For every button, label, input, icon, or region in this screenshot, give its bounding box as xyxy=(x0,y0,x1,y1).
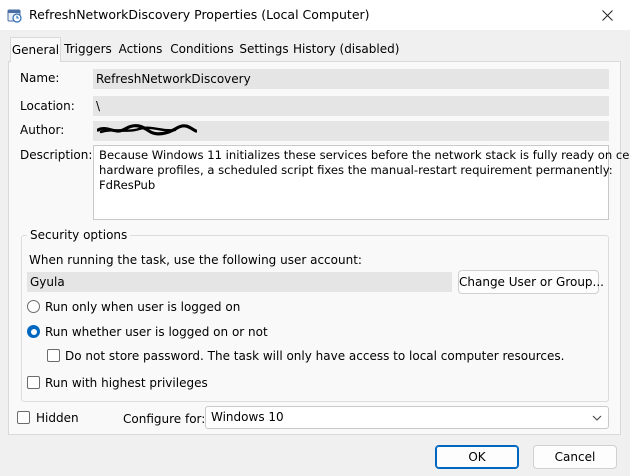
tab-actions[interactable]: Actions xyxy=(116,40,165,61)
close-icon xyxy=(601,9,613,21)
ok-button[interactable]: OK xyxy=(435,445,519,469)
chevron-down-icon xyxy=(592,415,602,421)
description-line: hardware profiles, a scheduled script fi… xyxy=(99,163,613,177)
cancel-button[interactable]: Cancel xyxy=(533,445,617,469)
highest-privileges-checkbox[interactable] xyxy=(27,376,40,389)
name-field[interactable]: RefreshNetworkDiscovery xyxy=(93,69,609,89)
author-label: Author: xyxy=(20,123,65,137)
do-not-store-password-label[interactable]: Do not store password. The task will onl… xyxy=(65,349,564,363)
configure-for-label: Configure for: xyxy=(123,412,206,426)
radio-run-whether-logged-on[interactable] xyxy=(27,325,40,338)
tab-general[interactable]: General xyxy=(10,37,61,62)
description-line: Because Windows 11 initializes these ser… xyxy=(99,148,630,162)
tab-settings[interactable]: Settings xyxy=(238,40,290,61)
tab-history[interactable]: History (disabled) xyxy=(293,40,399,61)
radio-run-logged-on[interactable] xyxy=(27,300,40,313)
radio-run-logged-on-label[interactable]: Run only when user is logged on xyxy=(45,300,240,314)
user-account-field: Gyula xyxy=(27,272,452,292)
hidden-checkbox[interactable] xyxy=(17,411,30,424)
window-title: RefreshNetworkDiscovery Properties (Loca… xyxy=(29,7,370,22)
description-line: FdResPub xyxy=(99,178,156,192)
configure-for-dropdown[interactable]: Windows 10 xyxy=(205,406,609,429)
tab-triggers[interactable]: Triggers xyxy=(63,40,113,61)
hidden-label[interactable]: Hidden xyxy=(36,411,79,425)
description-label: Description: xyxy=(20,148,93,162)
change-user-button[interactable]: Change User or Group... xyxy=(458,270,604,294)
title-bar: RefreshNetworkDiscovery Properties (Loca… xyxy=(0,0,630,30)
security-options-legend: Security options xyxy=(27,228,131,242)
configure-for-value: Windows 10 xyxy=(211,410,284,424)
account-prompt: When running the task, use the following… xyxy=(29,253,362,267)
redacted-author-scribble xyxy=(97,124,197,136)
close-button[interactable] xyxy=(584,0,630,30)
do-not-store-password-checkbox[interactable] xyxy=(47,349,60,362)
tab-conditions[interactable]: Conditions xyxy=(168,40,236,61)
description-textbox[interactable]: Because Windows 11 initializes these ser… xyxy=(93,145,630,220)
task-scheduler-icon xyxy=(7,9,22,23)
name-label: Name: xyxy=(20,71,60,85)
highest-privileges-label[interactable]: Run with highest privileges xyxy=(45,376,208,390)
location-field[interactable]: \ xyxy=(93,96,609,116)
location-label: Location: xyxy=(20,99,75,113)
radio-run-whether-label[interactable]: Run whether user is logged on or not xyxy=(45,325,268,339)
